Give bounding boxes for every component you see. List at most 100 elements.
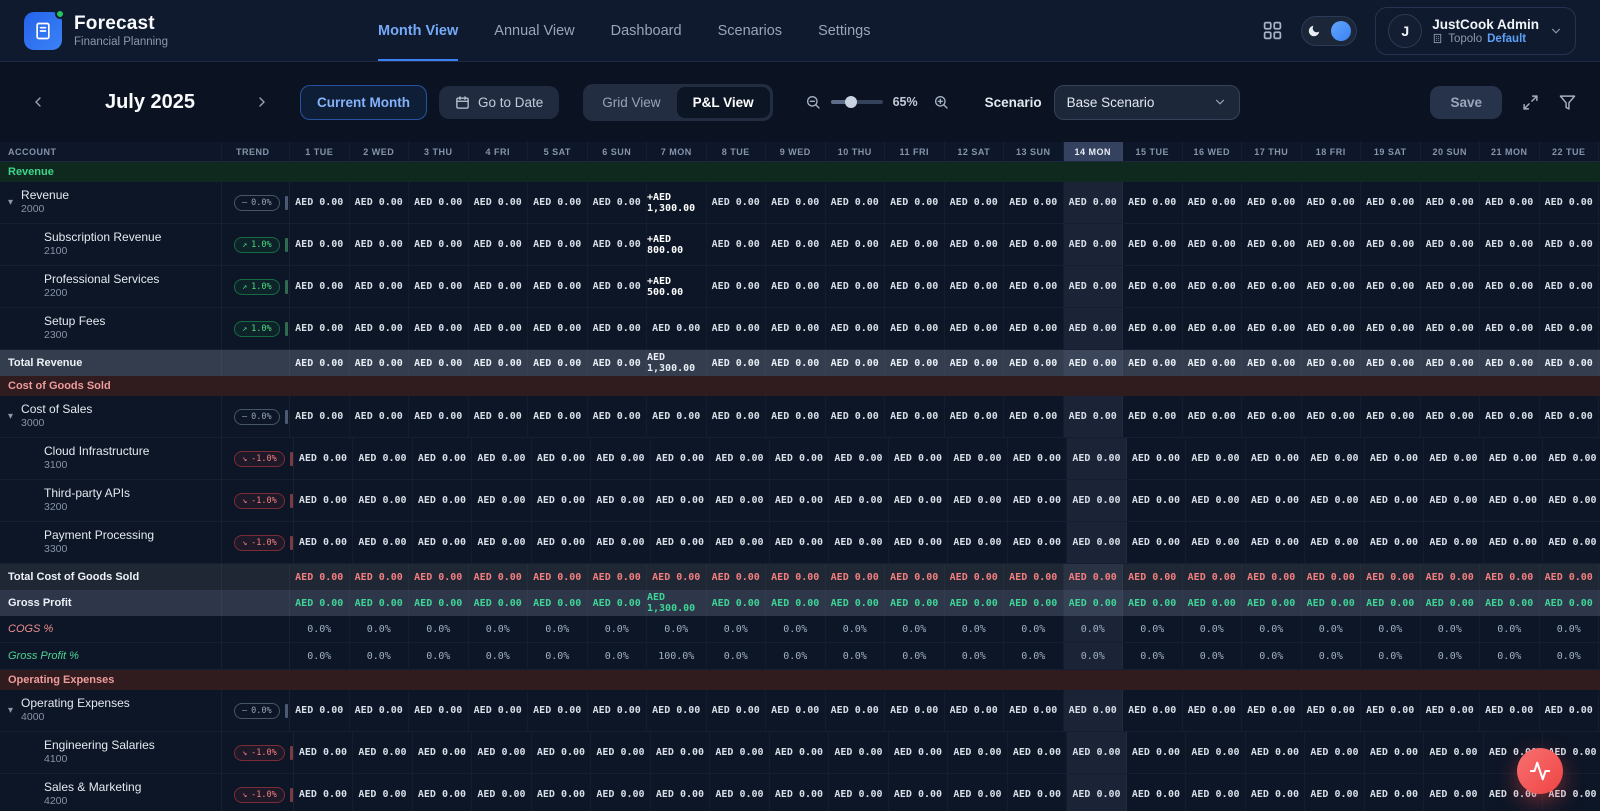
- grid-cell[interactable]: AED 0.00: [826, 690, 886, 731]
- grid-cell[interactable]: AED 0.00: [945, 396, 1005, 437]
- grid-cell[interactable]: AED 0.00: [766, 350, 826, 376]
- grid-cell[interactable]: AED 0.00: [532, 522, 592, 563]
- grid-cell[interactable]: 0.0%: [707, 616, 767, 642]
- grid-cell[interactable]: AED 0.00: [591, 480, 651, 521]
- grid-cell[interactable]: 0.0%: [1242, 643, 1302, 669]
- grid-cell[interactable]: AED 0.00: [1123, 308, 1183, 349]
- grid-cell[interactable]: AED 0.00: [1543, 438, 1600, 479]
- grid-cell[interactable]: 0.0%: [1480, 616, 1540, 642]
- grid-cell[interactable]: 0.0%: [766, 616, 826, 642]
- grid-cell[interactable]: AED 0.00: [770, 732, 830, 773]
- grid-cell[interactable]: AED 0.00: [1008, 480, 1068, 521]
- grid-cell[interactable]: AED 0.00: [1008, 732, 1068, 773]
- account-cell[interactable]: COGS %: [0, 616, 222, 642]
- zoom-slider[interactable]: [831, 100, 883, 104]
- grid-cell[interactable]: AED 0.00: [1480, 396, 1540, 437]
- grid-cell[interactable]: AED 0.00: [409, 266, 469, 307]
- next-month-button[interactable]: [248, 88, 276, 116]
- grid-cell[interactable]: AED 0.00: [1361, 590, 1421, 616]
- grid-cell[interactable]: AED 0.00: [588, 182, 648, 223]
- grid-cell[interactable]: 0.0%: [469, 643, 529, 669]
- caret-down-icon[interactable]: ▾: [8, 411, 13, 422]
- grid-cell[interactable]: AED 0.00: [826, 564, 886, 590]
- day-column-header[interactable]: 12 SAT: [945, 142, 1005, 161]
- grid-cell[interactable]: AED 0.00: [1421, 308, 1481, 349]
- grid-cell[interactable]: AED 0.00: [1421, 266, 1481, 307]
- grid-cell[interactable]: AED 0.00: [1183, 564, 1243, 590]
- account-cell[interactable]: Setup Fees2300: [0, 308, 222, 349]
- grid-cell[interactable]: 0.0%: [1004, 616, 1064, 642]
- grid-cell[interactable]: 0.0%: [290, 616, 350, 642]
- grid-cell[interactable]: AED 0.00: [766, 690, 826, 731]
- grid-cell[interactable]: 100.0%: [647, 643, 707, 669]
- account-cell[interactable]: Payment Processing3300: [0, 522, 222, 563]
- day-column-header[interactable]: 9 WED: [766, 142, 826, 161]
- grid-cell[interactable]: AED 0.00: [647, 396, 707, 437]
- grid-cell[interactable]: 0.0%: [409, 643, 469, 669]
- grid-cell[interactable]: 0.0%: [290, 643, 350, 669]
- grid-cell[interactable]: 0.0%: [350, 643, 410, 669]
- grid-cell[interactable]: AED 0.00: [1186, 522, 1246, 563]
- grid-cell[interactable]: AED 0.00: [1064, 224, 1124, 265]
- grid-cell[interactable]: AED 0.00: [885, 182, 945, 223]
- grid-cell[interactable]: 0.0%: [945, 643, 1005, 669]
- grid-cell[interactable]: AED 0.00: [469, 182, 529, 223]
- grid-cell[interactable]: AED 0.00: [409, 396, 469, 437]
- grid-cell[interactable]: AED 0.00: [1004, 182, 1064, 223]
- grid-cell[interactable]: 0.0%: [945, 616, 1005, 642]
- grid-cell[interactable]: AED 0.00: [1123, 590, 1183, 616]
- grid-cell[interactable]: AED 0.00: [1246, 438, 1306, 479]
- grid-cell[interactable]: 0.0%: [1421, 643, 1481, 669]
- grid-cell[interactable]: AED 0.00: [1127, 438, 1187, 479]
- grid-cell[interactable]: AED 0.00: [829, 732, 889, 773]
- grid-cell[interactable]: AED 0.00: [826, 308, 886, 349]
- grid-cell[interactable]: AED 0.00: [1186, 732, 1246, 773]
- grid-cell[interactable]: AED 0.00: [1302, 308, 1362, 349]
- grid-cell[interactable]: AED 0.00: [1540, 690, 1600, 731]
- grid-cell[interactable]: AED 0.00: [532, 774, 592, 811]
- grid-cell[interactable]: AED 0.00: [350, 266, 410, 307]
- grid-cell[interactable]: AED 0.00: [353, 522, 413, 563]
- grid-cell[interactable]: AED 0.00: [766, 224, 826, 265]
- grid-cell[interactable]: 0.0%: [647, 616, 707, 642]
- grid-cell[interactable]: AED 0.00: [1183, 396, 1243, 437]
- grid-cell[interactable]: AED 0.00: [350, 308, 410, 349]
- current-month-button[interactable]: Current Month: [300, 85, 427, 120]
- grid-cell[interactable]: AED 0.00: [528, 564, 588, 590]
- grid-cell[interactable]: AED 1,300.00: [647, 350, 707, 376]
- grid-cell[interactable]: AED 0.00: [1123, 224, 1183, 265]
- day-column-header[interactable]: 8 TUE: [707, 142, 767, 161]
- grid-cell[interactable]: AED 0.00: [591, 732, 651, 773]
- grid-cell[interactable]: 0.0%: [409, 616, 469, 642]
- day-column-header[interactable]: 16 WED: [1183, 142, 1243, 161]
- grid-cell[interactable]: AED 0.00: [1127, 522, 1187, 563]
- day-column-header[interactable]: 4 FRI: [469, 142, 529, 161]
- grid-cell[interactable]: AED 0.00: [1421, 182, 1481, 223]
- grid-cell[interactable]: AED 0.00: [1183, 266, 1243, 307]
- grid-cell[interactable]: AED 0.00: [707, 590, 767, 616]
- grid-cell[interactable]: AED 0.00: [770, 438, 830, 479]
- grid-cell[interactable]: AED 0.00: [472, 774, 532, 811]
- grid-cell[interactable]: AED 0.00: [1365, 732, 1425, 773]
- grid-cell[interactable]: AED 0.00: [1242, 564, 1302, 590]
- grid-cell[interactable]: AED 0.00: [651, 438, 711, 479]
- grid-cell[interactable]: 0.0%: [528, 643, 588, 669]
- grid-cell[interactable]: 0.0%: [885, 616, 945, 642]
- grid-cell[interactable]: AED 0.00: [1424, 774, 1484, 811]
- grid-cell[interactable]: 0.0%: [1302, 616, 1362, 642]
- grid-cell[interactable]: 0.0%: [1064, 616, 1124, 642]
- grid-cell[interactable]: AED 0.00: [1302, 266, 1362, 307]
- grid-cell[interactable]: AED 0.00: [1361, 564, 1421, 590]
- grid-cell[interactable]: AED 0.00: [710, 732, 770, 773]
- grid-cell[interactable]: AED 0.00: [1361, 350, 1421, 376]
- grid-cell[interactable]: AED 0.00: [1123, 182, 1183, 223]
- grid-cell[interactable]: 0.0%: [1242, 616, 1302, 642]
- grid-cell[interactable]: AED 0.00: [1004, 350, 1064, 376]
- grid-cell[interactable]: AED 0.00: [1183, 690, 1243, 731]
- grid-cell[interactable]: 0.0%: [1421, 616, 1481, 642]
- grid-cell[interactable]: AED 0.00: [290, 350, 350, 376]
- grid-cell[interactable]: AED 0.00: [1480, 224, 1540, 265]
- grid-cell[interactable]: AED 0.00: [651, 480, 711, 521]
- grid-cell[interactable]: AED 0.00: [1004, 266, 1064, 307]
- grid-cell[interactable]: AED 0.00: [1424, 522, 1484, 563]
